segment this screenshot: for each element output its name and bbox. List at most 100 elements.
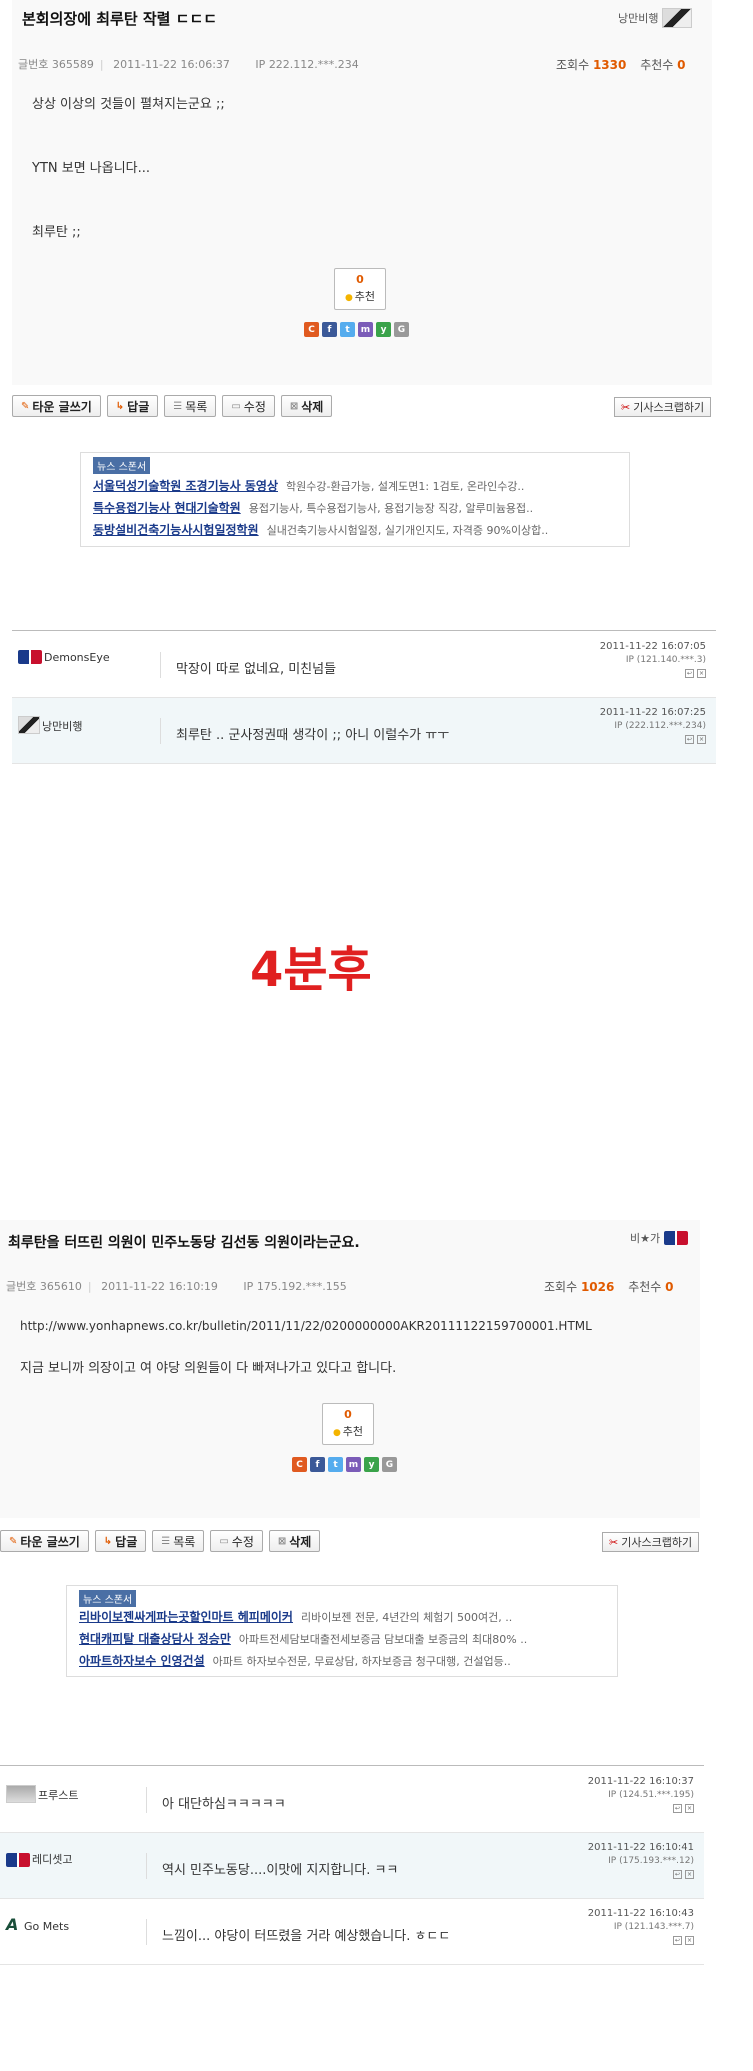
comment-item: 낭만비행 최루탄 .. 군사정권때 생각이 ;; 아니 이럴수가 ㅠㅜ 2011… xyxy=(12,698,716,764)
pencil-icon: ✎ xyxy=(9,1535,18,1547)
close-icon[interactable]: × xyxy=(697,734,706,744)
post-body-line[interactable]: http://www.yonhapnews.co.kr/bulletin/201… xyxy=(20,1320,592,1332)
facebook-icon[interactable]: f xyxy=(310,1457,325,1472)
write-button[interactable]: ✎ 타운 글쓰기 xyxy=(0,1530,89,1552)
scrap-button[interactable]: ✂ 기사스크랩하기 xyxy=(602,1532,700,1552)
post-2-author[interactable]: 비★가 xyxy=(630,1230,689,1246)
sponsor-desc: 용접기능사, 특수용접기능사, 용접기능장 직강, 알루미늄용접.. xyxy=(248,502,534,515)
ip-label: IP xyxy=(243,1280,254,1293)
post-1-author[interactable]: 낭만비행 xyxy=(618,8,693,28)
sponsor-row[interactable]: 현대캐피탈 대출상담사 정승만 아파트전세담보대출전세보증금 담보대출 보증금의 … xyxy=(79,1630,527,1647)
c-share-icon[interactable]: C xyxy=(304,322,319,337)
recommend-label: 추천수 xyxy=(640,58,674,72)
delete-label: 삭제 xyxy=(289,1534,312,1549)
close-icon[interactable]: × xyxy=(685,1869,694,1879)
sponsor-link[interactable]: 특수용접기능사 현대기술학원 xyxy=(93,501,241,515)
reply-icon[interactable]: ↩ xyxy=(673,1869,682,1879)
sponsor-desc: 아파트전세담보대출전세보증금 담보대출 보증금의 최대80% .. xyxy=(238,1633,528,1646)
yozm-icon[interactable]: y xyxy=(364,1457,379,1472)
comment-date: 2011-11-22 16:07:05 xyxy=(599,641,706,652)
delete-button[interactable]: ⊠ 삭제 xyxy=(280,395,333,417)
edit-button[interactable]: ▭ 수정 xyxy=(222,395,275,417)
sponsor-row[interactable]: 아파트하자보수 인영건설 아파트 하자보수전문, 무료상담, 하자보증금 청구대행… xyxy=(79,1652,511,1669)
reply-button[interactable]: ↳ 답글 xyxy=(106,395,159,417)
google-icon[interactable]: G xyxy=(394,322,409,337)
recommend-count: 0 xyxy=(677,58,686,72)
delete-label: 삭제 xyxy=(301,399,324,414)
scrap-label: 기사스크랩하기 xyxy=(621,1536,693,1549)
post-number-label: 글번호 xyxy=(18,58,49,71)
post-1-stats: 조회수 1330 추천수 0 xyxy=(556,56,686,73)
facebook-icon[interactable]: f xyxy=(322,322,337,337)
sponsor-link[interactable]: 현대캐피탈 대출상담사 정승만 xyxy=(79,1632,231,1646)
close-icon: ⊠ xyxy=(277,1535,287,1547)
list-button[interactable]: ☰ 목록 xyxy=(152,1530,205,1552)
mets-logo-icon: A xyxy=(6,1915,19,1934)
me2day-icon[interactable]: m xyxy=(358,322,373,337)
post-1-author-name[interactable]: 낭만비행 xyxy=(618,10,658,26)
scissors-icon: ✂ xyxy=(609,1535,619,1549)
sponsor-link[interactable]: 아파트하자보수 인영건설 xyxy=(79,1654,205,1668)
comment-meta: 2011-11-22 16:07:05 IP (121.140.***.3) ↩ × xyxy=(600,640,706,679)
reply-icon[interactable]: ↩ xyxy=(685,734,694,744)
comment-author-name[interactable]: 레디셋고 xyxy=(32,1851,72,1867)
twitter-icon[interactable]: t xyxy=(328,1457,343,1472)
comment-meta: 2011-11-22 16:10:37 IP (124.51.***.195) ↩ × xyxy=(588,1775,694,1814)
list-button[interactable]: ☰ 목록 xyxy=(164,395,217,417)
comment-author-name[interactable]: 낭만비행 xyxy=(42,718,82,734)
post-2-author-name[interactable]: 비★가 xyxy=(630,1230,660,1246)
close-icon[interactable]: × xyxy=(685,1935,694,1945)
recommend-box-count: 0 xyxy=(344,1408,352,1421)
sponsor-link[interactable]: 동방설비건축기능사시험일정학원 xyxy=(93,523,259,537)
sponsor-link[interactable]: 리바이보젠싸게파는곳할인마트 헤피메이커 xyxy=(79,1610,293,1624)
list-label: 목록 xyxy=(185,399,208,414)
close-icon[interactable]: × xyxy=(697,668,706,678)
comment-author[interactable]: 낭만비행 xyxy=(18,716,82,734)
comment-divider xyxy=(146,1787,147,1813)
comment-author[interactable]: A Go Mets xyxy=(6,1915,69,1934)
delete-button[interactable]: ⊠ 삭제 xyxy=(268,1530,321,1552)
reply-label: 답글 xyxy=(127,399,150,414)
list-label: 목록 xyxy=(173,1534,196,1549)
recommend-button[interactable]: 0 추천 xyxy=(334,268,386,310)
yozm-icon[interactable]: y xyxy=(376,322,391,337)
sponsor-link[interactable]: 서울덕성기술학원 조경기능사 동영상 xyxy=(93,479,278,493)
sponsor-row[interactable]: 동방설비건축기능사시험일정학원 실내건축기능사시험일정, 실기개인지도, 자격증 … xyxy=(93,521,548,538)
share-icons: CftmyG xyxy=(292,1457,397,1472)
post-2-stats: 조회수 1026 추천수 0 xyxy=(544,1278,674,1295)
comment-author[interactable]: 프루스트 xyxy=(6,1785,78,1803)
reply-icon[interactable]: ↩ xyxy=(673,1803,682,1813)
write-label: 타운 글쓰기 xyxy=(32,399,92,414)
edit-icon: ▭ xyxy=(231,400,241,412)
mlb-logo-icon xyxy=(664,1231,689,1245)
views-count: 1330 xyxy=(592,58,627,72)
reply-button[interactable]: ↳ 답글 xyxy=(94,1530,147,1552)
twitter-icon[interactable]: t xyxy=(340,322,355,337)
comment-author[interactable]: DemonsEye xyxy=(18,650,110,664)
google-icon[interactable]: G xyxy=(382,1457,397,1472)
sponsor-row[interactable]: 리바이보젠싸게파는곳할인마트 헤피메이커 리바이보젠 전문, 4년간의 체험기 5… xyxy=(79,1608,512,1625)
recommend-button[interactable]: 0 추천 xyxy=(322,1403,374,1445)
post-1-toolbar: ✎ 타운 글쓰기 ↳ 답글 ☰ 목록 ▭ 수정 ⊠ 삭제 xyxy=(12,395,333,417)
comment-text: 아 대단하심ㅋㅋㅋㅋㅋ xyxy=(162,1797,286,1812)
sponsor-row[interactable]: 특수용접기능사 현대기술학원 용접기능사, 특수용접기능사, 용접기능장 직강, … xyxy=(93,499,533,516)
author-avatar xyxy=(662,8,693,28)
me2day-icon[interactable]: m xyxy=(346,1457,361,1472)
close-icon[interactable]: × xyxy=(685,1803,694,1813)
reply-icon[interactable]: ↩ xyxy=(685,668,694,678)
edit-button[interactable]: ▭ 수정 xyxy=(210,1530,263,1552)
comment-author-name[interactable]: 프루스트 xyxy=(38,1787,78,1803)
comment-meta: 2011-11-22 16:07:25 IP (222.112.***.234) ↩… xyxy=(600,706,706,745)
post-ip: 222.112.***.234 xyxy=(268,58,359,71)
comment-author[interactable]: 레디셋고 xyxy=(6,1851,72,1867)
comment-author-name[interactable]: Go Mets xyxy=(24,1920,69,1933)
comment-date: 2011-11-22 16:10:43 xyxy=(587,1908,694,1919)
scrap-button[interactable]: ✂ 기사스크랩하기 xyxy=(614,397,712,417)
post-2-toolbar: ✎ 타운 글쓰기 ↳ 답글 ☰ 목록 ▭ 수정 ⊠ 삭제 xyxy=(0,1530,321,1552)
c-share-icon[interactable]: C xyxy=(292,1457,307,1472)
post-ip: 175.192.***.155 xyxy=(256,1280,347,1293)
reply-icon[interactable]: ↩ xyxy=(673,1935,682,1945)
sponsor-row[interactable]: 서울덕성기술학원 조경기능사 동영상 학원수강-환급가능, 설계도면1: 1검토,… xyxy=(93,477,524,494)
write-button[interactable]: ✎ 타운 글쓰기 xyxy=(12,395,101,417)
comment-author-name[interactable]: DemonsEye xyxy=(44,651,110,664)
